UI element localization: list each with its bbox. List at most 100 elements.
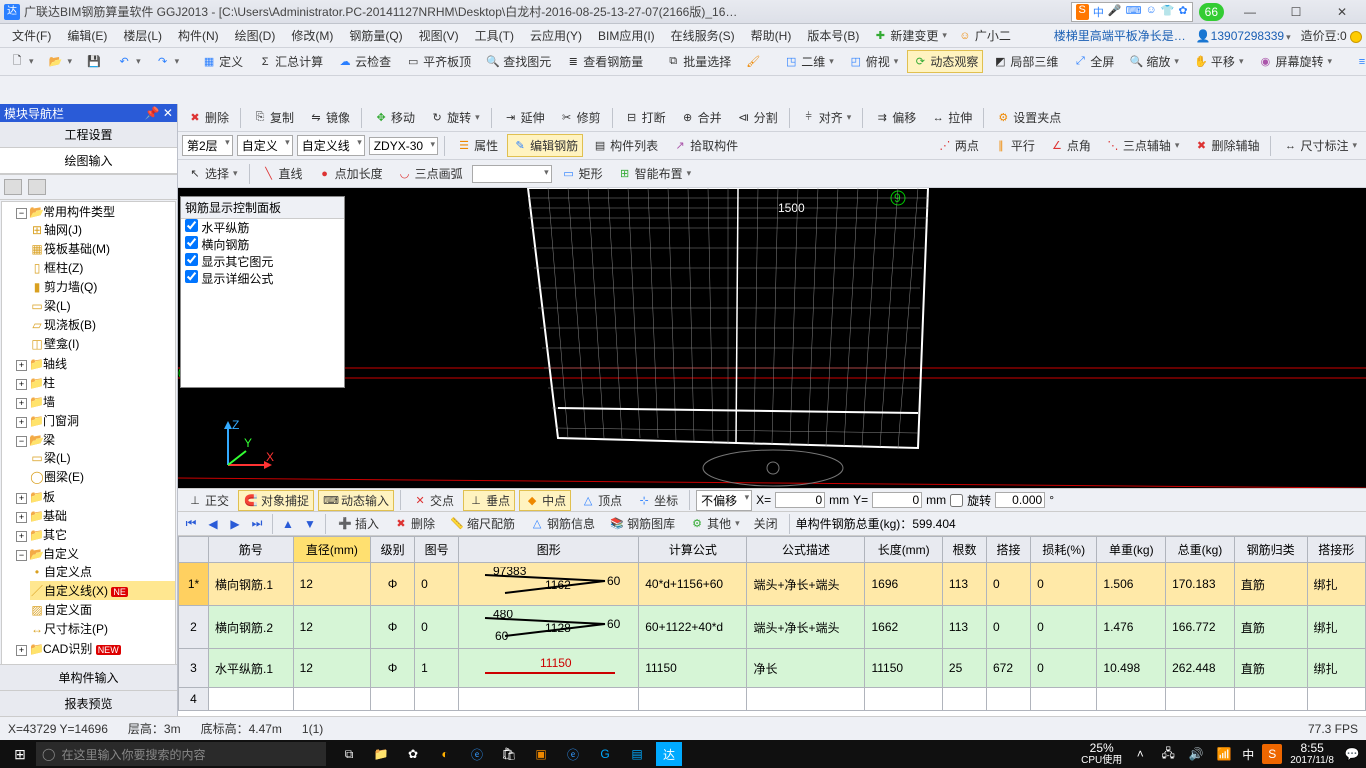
align-button[interactable]: ⫩对齐▾ [796,106,857,129]
viewrebar-button[interactable]: ≣查看钢筋量 [560,50,648,73]
trim-button[interactable]: ✂修剪 [554,106,606,129]
tree-node-zdyd[interactable]: 自定义点 [44,565,92,579]
mid-toggle[interactable]: ◆中点 [519,490,571,511]
side-bottom-report[interactable]: 报表预览 [0,690,177,716]
explorer-icon[interactable]: 📁 [368,742,394,766]
menu-file[interactable]: 文件(F) [4,25,59,46]
flatroof-button[interactable]: ▭平齐板顶 [400,50,476,73]
sogou-tray-icon[interactable]: S [1262,744,1282,764]
tray-vol-icon[interactable]: 🔊 [1186,744,1206,764]
insert-row-button[interactable]: ➕插入 [332,512,384,535]
chk-cross[interactable]: 横向钢筋 [181,236,344,253]
extend-button[interactable]: ⇥延伸 [498,106,550,129]
local3d-button[interactable]: ◩局部三维 [987,50,1063,73]
menu-draw[interactable]: 绘图(D) [227,25,284,46]
split-button[interactable]: ⧏分割 [731,106,783,129]
side-bottom-single[interactable]: 单构件输入 [0,664,177,690]
menu-edit[interactable]: 编辑(E) [59,25,115,46]
new-change-button[interactable]: ✚新建变更▾ [867,24,952,47]
open-file-button[interactable]: 📂▾ [43,51,78,73]
tree-node-zhu[interactable]: 柱 [43,376,55,390]
arc-select[interactable] [472,165,552,183]
3d-canvas[interactable]: D 9 1500 [178,188,1366,488]
copy-button[interactable]: ⎘复制 [247,106,299,129]
store-icon[interactable]: 🛍 [496,742,522,766]
tree-node-cad[interactable]: CAD识别 [43,642,92,656]
reblib-button[interactable]: 📚钢筋图库 [604,512,680,535]
ime-kbd-icon[interactable]: ⌨ [1126,4,1142,20]
menu-component[interactable]: 构件(N) [170,25,227,46]
rebar-display-panel[interactable]: 钢筋显示控制面板 水平纵筋 横向钢筋 显示其它图元 显示详细公式 [180,196,345,388]
redo-button[interactable]: ↷▾ [150,51,185,73]
customline-select[interactable]: 自定义线 [297,135,365,156]
expand-icon[interactable]: − [16,208,27,219]
ie-icon[interactable]: ⓔ [560,742,586,766]
pointangle-button[interactable]: ∠点角 [1044,134,1096,157]
tree-node-jlq[interactable]: 剪力墙(Q) [44,280,97,294]
y-input[interactable] [872,492,922,508]
pickcomp-button[interactable]: ↗拾取构件 [667,134,743,157]
menu-view[interactable]: 视图(V) [411,25,467,46]
close-panel-button[interactable]: 关闭 [749,512,783,535]
side-tab-project[interactable]: 工程设置 [0,122,177,148]
complist-button[interactable]: ▤构件列表 [587,134,663,157]
tree-node-qiang[interactable]: 墙 [43,395,55,409]
tree-node-kz[interactable]: 框柱(Z) [44,261,83,275]
taskview-icon[interactable]: ⧉ [336,742,362,766]
tree-node-ban[interactable]: 板 [43,490,55,504]
tree-node-zw[interactable]: 轴网(J) [44,223,82,237]
offset-mode-select[interactable]: 不偏移 [696,490,752,511]
tree-node-zdyx[interactable]: 自定义线(X) [44,584,108,598]
cloudcheck-button[interactable]: ☁云检查 [332,50,396,73]
menu-online[interactable]: 在线服务(S) [663,25,743,46]
tree-node-zdy[interactable]: 自定义 [43,547,79,561]
pan-button[interactable]: ✋平移▾ [1188,50,1249,73]
menu-help[interactable]: 帮助(H) [743,25,800,46]
tree-node-bk[interactable]: 壁龛(I) [44,337,79,351]
menu-bim[interactable]: BIM应用(I) [590,25,663,46]
side-tab-draw[interactable]: 绘图输入 [0,148,177,174]
arc3-button[interactable]: ◡三点画弧 [392,162,468,185]
expand-icon[interactable]: + [16,417,27,428]
app6-icon[interactable]: 达 [656,742,682,766]
ime-mic-icon[interactable]: 🎤 [1108,4,1122,20]
app1-icon[interactable]: ✿ [400,742,426,766]
rebar-table[interactable]: 筋号 直径(mm) 级别 图号 图形 计算公式 公式描述 长度(mm) 根数 搭… [178,536,1366,716]
apex-toggle[interactable]: △顶点 [575,490,627,511]
rotate-button[interactable]: ↻旋转▾ [424,106,485,129]
sumcalc-button[interactable]: Σ汇总计算 [252,50,328,73]
system-tray[interactable]: 25%CPU使用 ˄ 🖧 🔊 📶 中 S 8:552017/11/8 💬 [1081,742,1362,766]
define-button[interactable]: ▦定义 [196,50,248,73]
merge-button[interactable]: ⊕合并 [675,106,727,129]
user-button[interactable]: ☺广小二 [952,24,1016,47]
close-button[interactable]: ✕ [1322,1,1362,23]
table-row[interactable]: 4 [179,688,1366,711]
select-button[interactable]: ↖选择▾ [182,162,243,185]
app3-icon[interactable]: ▣ [528,742,554,766]
table-row[interactable]: 3水平纵筋.112Φ11115011150净长1115025672010.498… [179,649,1366,688]
delaxis-button[interactable]: ✖删除辅轴 [1188,134,1264,157]
app2-icon[interactable]: ◐ [432,742,458,766]
save-button[interactable]: 💾 [81,51,107,73]
app5-icon[interactable]: ▤ [624,742,650,766]
rebinfo-button[interactable]: △钢筋信息 [524,512,600,535]
scale-button[interactable]: 📏缩尺配筋 [444,512,520,535]
tree-node-mco[interactable]: 门窗洞 [43,414,79,428]
expand-icon[interactable]: + [16,360,27,371]
osnap-toggle[interactable]: 🧲对象捕捉 [238,490,314,511]
menu-tool[interactable]: 工具(T) [467,25,522,46]
fullscreen-button[interactable]: ⤢全屏 [1067,50,1119,73]
x-input[interactable] [775,492,825,508]
addlen-button[interactable]: ●点加长度 [312,162,388,185]
perp-toggle[interactable]: ⊥垂点 [463,490,515,511]
ime-skin-icon[interactable]: 👕 [1161,4,1175,20]
tree-node-liang2[interactable]: 梁 [43,433,55,447]
batchsel-button[interactable]: ⧉批量选择 [660,50,736,73]
tree-node-qt[interactable]: 其它 [43,528,67,542]
tree-node-common[interactable]: 常用构件类型 [43,205,115,219]
windows-taskbar[interactable]: ⊞ ◯ 在这里输入你要搜索的内容 ⧉ 📁 ✿ ◐ ⓔ 🛍 ▣ ⓔ G ▤ 达 2… [0,740,1366,768]
component-tree[interactable]: −📂常用构件类型 ⊞轴网(J) ▦筏板基础(M) ▯框柱(Z) ▮剪力墙(Q) … [1,201,176,693]
menu-cloud[interactable]: 云应用(Y) [522,25,590,46]
expand-icon[interactable]: + [16,379,27,390]
offset-button[interactable]: ⇉偏移 [869,106,921,129]
